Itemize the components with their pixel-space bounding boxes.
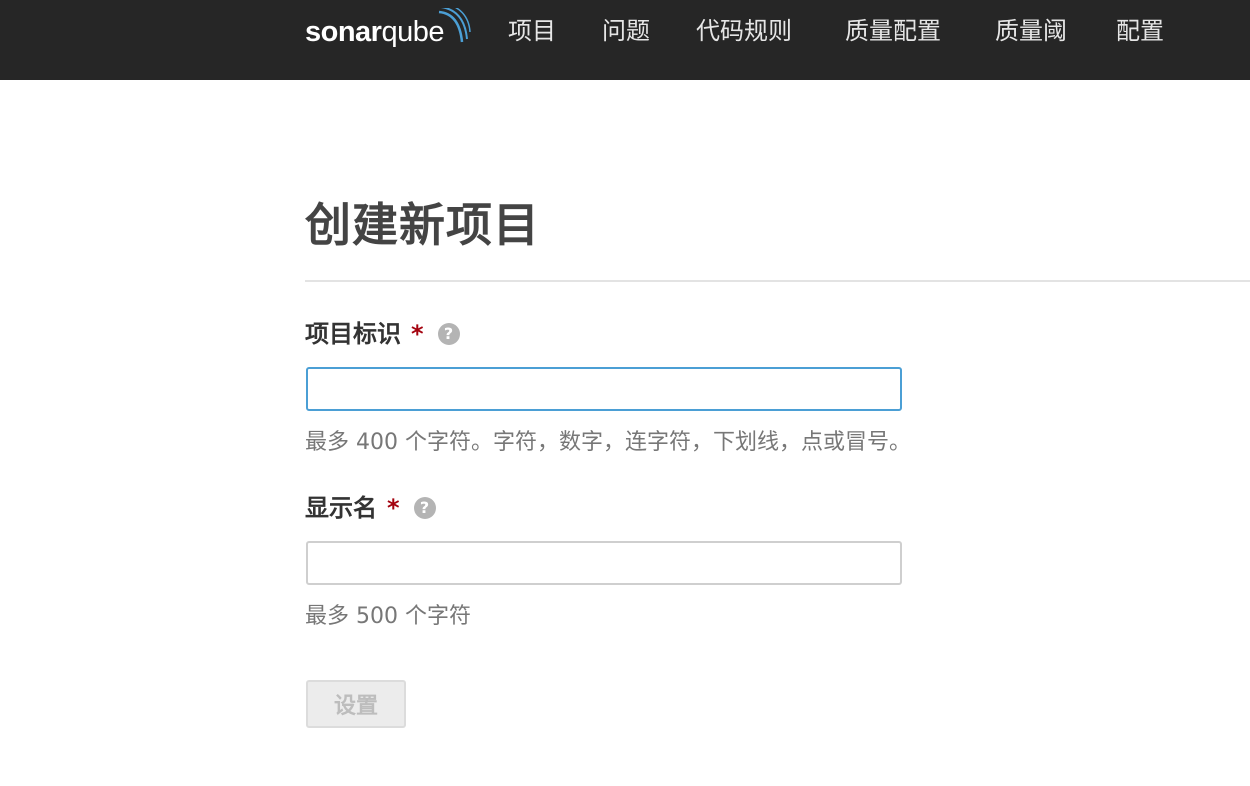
nav-item-rules[interactable]: 代码规则 xyxy=(696,14,792,48)
required-asterisk: * xyxy=(411,320,424,348)
display-name-label-text: 显示名 xyxy=(305,494,377,522)
required-asterisk: * xyxy=(387,494,400,522)
sonarqube-logo[interactable]: sonarqube xyxy=(305,8,471,50)
title-divider xyxy=(305,280,1250,282)
top-navigation-bar: sonarqube 项目 问题 代码规则 质量配置 质量阈 配置 xyxy=(0,0,1250,80)
project-key-label: 项目标识 * ? xyxy=(305,318,460,350)
sonar-waves-icon xyxy=(438,8,471,43)
question-circle-icon[interactable]: ? xyxy=(437,323,460,345)
project-key-hint: 最多 400 个字符。字符，数字，连字符，下划线，点或冒号。 xyxy=(305,430,911,455)
display-name-input[interactable] xyxy=(306,541,902,585)
question-circle-icon[interactable]: ? xyxy=(413,497,436,519)
project-key-label-text: 项目标识 xyxy=(305,320,401,348)
display-name-hint: 最多 500 个字符 xyxy=(305,604,471,629)
page-title: 创建新项目 xyxy=(305,198,540,252)
logo-text: sonarqube xyxy=(305,16,444,48)
nav-item-issues[interactable]: 问题 xyxy=(602,14,650,48)
nav-item-quality-profiles[interactable]: 质量配置 xyxy=(845,14,941,48)
nav-item-projects[interactable]: 项目 xyxy=(508,14,556,48)
nav-item-quality-gates[interactable]: 质量阈 xyxy=(995,14,1067,48)
display-name-label: 显示名 * ? xyxy=(305,492,436,524)
set-up-button[interactable]: 设置 xyxy=(306,680,406,728)
nav-item-administration[interactable]: 配置 xyxy=(1116,14,1164,48)
project-key-input[interactable] xyxy=(306,367,902,411)
